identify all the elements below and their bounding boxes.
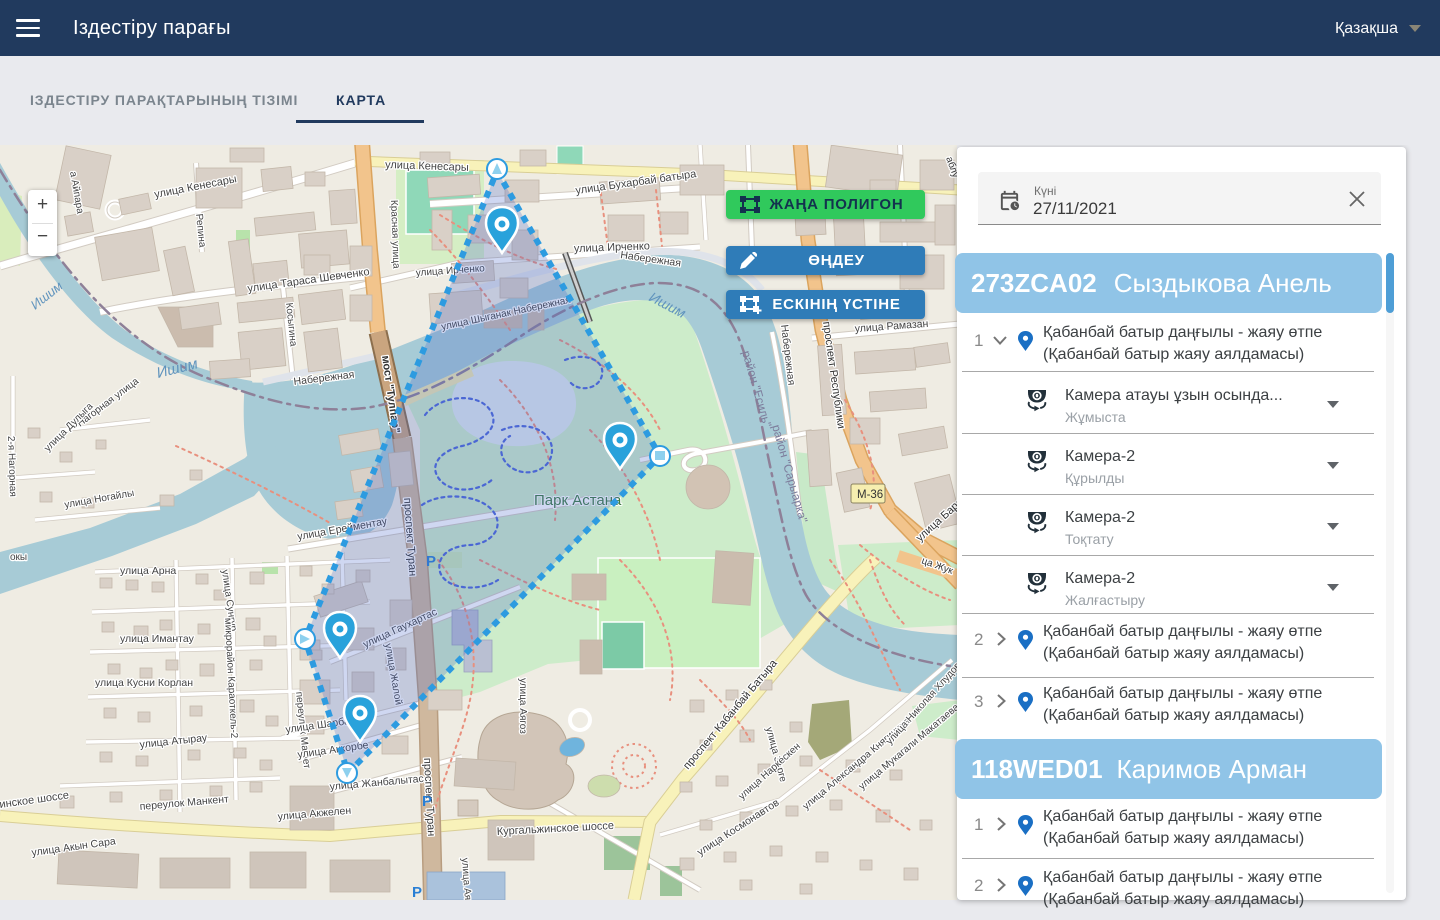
svg-text:улица Арна: улица Арна (120, 565, 176, 577)
svg-text:M-36: M-36 (857, 489, 883, 501)
svg-text:улица Кусни Корлан: улица Кусни Корлан (95, 677, 193, 689)
svg-text:окы: окы (10, 552, 27, 563)
svg-text:улица Аягоз: улица Аягоз (517, 678, 528, 734)
svg-text:P: P (412, 884, 422, 900)
svg-text:улица Имантау: улица Имантау (120, 633, 195, 645)
svg-text:P: P (422, 793, 432, 810)
svg-text:2-я Нагорная: 2-я Нагорная (5, 436, 18, 497)
